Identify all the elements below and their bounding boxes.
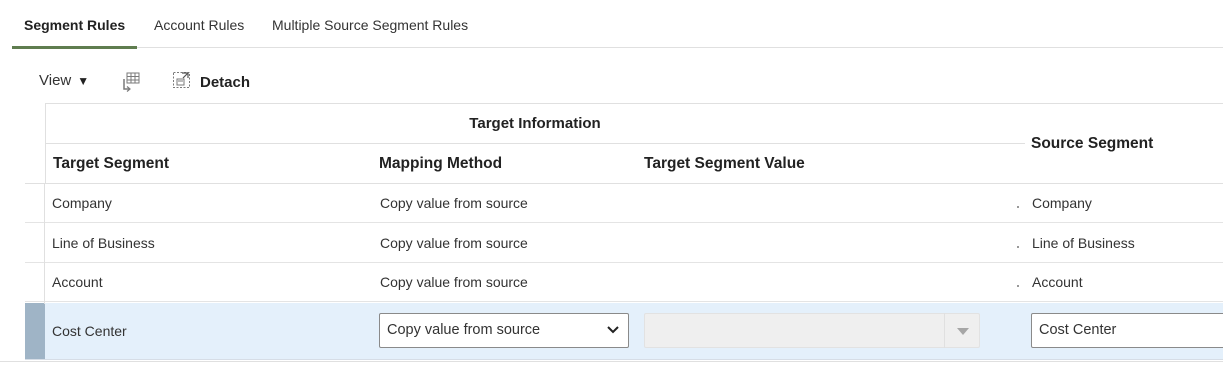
mapping-method-header: Mapping Method (379, 155, 503, 172)
mapping-method-cell: Copy value from source (380, 195, 528, 211)
row-gutter (25, 184, 45, 304)
selected-row-marker (25, 303, 45, 359)
target-segment-value-header: Target Segment Value (644, 155, 805, 172)
source-segment-cell: Line of Business (1032, 235, 1135, 251)
segment-rules-table: Target Information Source Segment Target… (25, 103, 1223, 360)
mapping-method-select[interactable]: Copy value from source (379, 313, 629, 348)
row-marker (1017, 206, 1019, 208)
target-segment-cell: Account (52, 274, 103, 290)
table-row-selected[interactable]: Cost Center Copy value from source Cost … (25, 303, 1223, 360)
table-toolbar: View ▼ Detach (0, 62, 1223, 102)
target-segment-value-input[interactable] (644, 313, 980, 348)
tab-segment-rules[interactable]: Segment Rules (11, 16, 138, 49)
target-segment-cell: Cost Center (52, 323, 127, 339)
target-segment-value-dropdown-button[interactable] (944, 313, 980, 348)
target-information-header: Target Information (469, 115, 601, 132)
detach-button[interactable]: Detach (172, 71, 250, 93)
target-segment-header: Target Segment (53, 155, 169, 172)
dropdown-triangle-icon (957, 328, 969, 335)
freeze-columns-icon[interactable] (120, 71, 142, 98)
source-segment-header: Source Segment (1031, 135, 1154, 152)
view-menu[interactable]: View ▼ (39, 72, 89, 89)
detach-label: Detach (200, 73, 251, 91)
source-segment-cell: Company (1032, 195, 1092, 211)
source-segment-value: Cost Center (1039, 322, 1117, 338)
table-row[interactable]: Line of Business Copy value from source … (25, 224, 1223, 263)
row-marker (1017, 246, 1019, 248)
table-bottom-border (0, 361, 1223, 362)
mapping-method-cell: Copy value from source (380, 274, 528, 290)
source-segment-input[interactable]: Cost Center (1031, 313, 1223, 348)
source-segment-cell: Account (1032, 274, 1083, 290)
row-marker (1017, 285, 1019, 287)
rules-tabs: Segment Rules Account Rules Multiple Sou… (11, 0, 1223, 49)
chevron-down-icon: ▼ (77, 73, 90, 88)
tab-multiple-source-segment-rules[interactable]: Multiple Source Segment Rules (272, 16, 468, 48)
chevron-down-icon (606, 314, 620, 360)
group-header-divider (45, 143, 1025, 144)
gutter-divider (45, 103, 46, 184)
table-row[interactable]: Company Copy value from source Company (25, 184, 1223, 223)
mapping-method-selected-value: Copy value from source (387, 322, 541, 338)
target-segment-cell: Company (52, 195, 112, 211)
tab-account-rules[interactable]: Account Rules (154, 16, 244, 48)
table-row[interactable]: Account Copy value from source Account (25, 263, 1223, 302)
mapping-method-cell: Copy value from source (380, 235, 528, 251)
target-segment-cell: Line of Business (52, 235, 155, 251)
view-menu-label: View (39, 72, 72, 89)
detach-icon (172, 70, 192, 95)
